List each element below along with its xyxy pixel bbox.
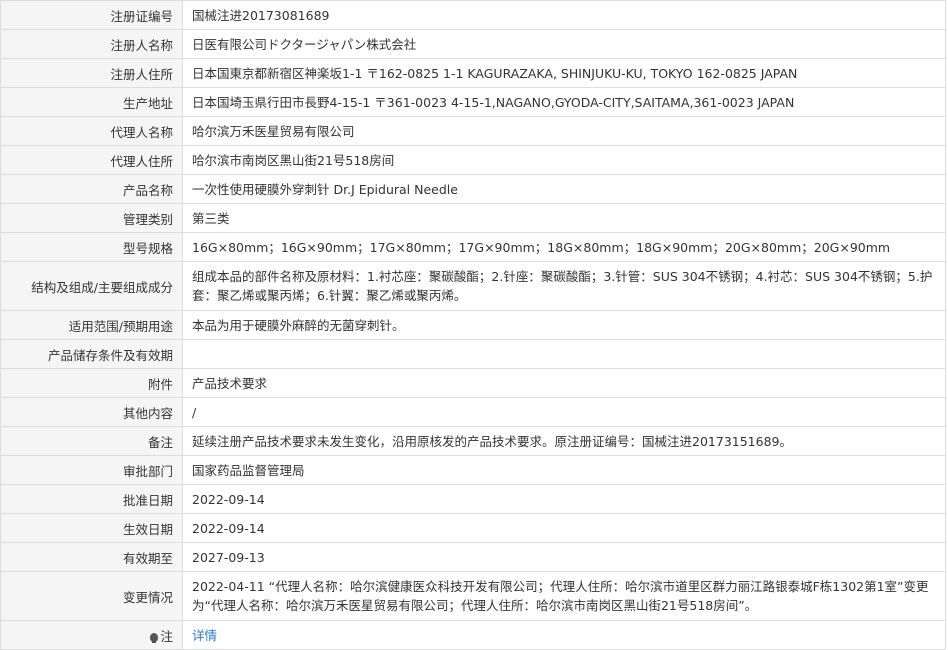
row-label: 生产地址 [0,87,183,117]
row-label: 注册证编号 [0,0,183,30]
note-label: 注 [160,628,173,644]
table-row: 注册人名称 日医有限公司ドクタージャパン株式会社 [0,29,946,59]
row-value: 2022-09-14 [182,513,946,543]
note-label-cell: 注 [0,620,183,650]
table-row: 注册证编号 国械注进20173081689 [0,0,946,30]
row-value: 延续注册产品技术要求未发生变化，沿用原核发的产品技术要求。原注册证编号：国械注进… [182,426,946,456]
row-label: 备注 [0,426,183,456]
row-value: 组成本品的部件名称及原材料：1.衬芯座：聚碳酸酯；2.针座：聚碳酸酯；3.针管：… [182,261,946,311]
row-label: 有效期至 [0,542,183,572]
row-value: 日医有限公司ドクタージャパン株式会社 [182,29,946,59]
row-label: 适用范围/预期用途 [0,310,183,340]
table-row: 产品名称 一次性使用硬膜外穿刺针 Dr.J Epidural Needle [0,174,946,204]
row-label: 代理人名称 [0,116,183,146]
row-value: 2022-04-11 “代理人名称：哈尔滨健康医众科技开发有限公司；代理人住所：… [182,571,946,621]
table-row: 其他内容 / [0,397,946,427]
row-value: 日本国東京都新宿区神楽坂1-1 〒162-0825 1-1 KAGURAZAKA… [182,58,946,88]
row-value: 第三类 [182,203,946,233]
table-row: 审批部门 国家药品监督管理局 [0,455,946,485]
row-label: 注册人住所 [0,58,183,88]
row-value: 日本国埼玉県行田市長野4-15-1 〒361-0023 4-15-1,NAGAN… [182,87,946,117]
table-row: 结构及组成/主要组成成分 组成本品的部件名称及原材料：1.衬芯座：聚碳酸酯；2.… [0,261,946,311]
row-label: 注册人名称 [0,29,183,59]
row-value: 国械注进20173081689 [182,0,946,30]
row-value: 哈尔滨万禾医星贸易有限公司 [182,116,946,146]
table-row: 生效日期 2022-09-14 [0,513,946,543]
row-value [182,339,946,369]
note-row: 注 详情 [0,620,946,650]
row-value: 一次性使用硬膜外穿刺针 Dr.J Epidural Needle [182,174,946,204]
row-value: 哈尔滨市南岗区黑山街21号518房间 [182,145,946,175]
table-row: 适用范围/预期用途 本品为用于硬膜外麻醉的无菌穿刺针。 [0,310,946,340]
table-row: 附件 产品技术要求 [0,368,946,398]
row-value: 16G×80mm；16G×90mm；17G×80mm；17G×90mm；18G×… [182,232,946,262]
table-row: 生产地址 日本国埼玉県行田市長野4-15-1 〒361-0023 4-15-1,… [0,87,946,117]
row-label: 产品储存条件及有效期 [0,339,183,369]
table-row: 代理人住所 哈尔滨市南岗区黑山街21号518房间 [0,145,946,175]
row-label: 批准日期 [0,484,183,514]
row-label: 生效日期 [0,513,183,543]
row-label: 变更情况 [0,571,183,621]
row-value: 2027-09-13 [182,542,946,572]
details-link[interactable]: 详情 [192,628,217,643]
row-value: 国家药品监督管理局 [182,455,946,485]
table-row: 注册人住所 日本国東京都新宿区神楽坂1-1 〒162-0825 1-1 KAGU… [0,58,946,88]
note-value-cell: 详情 [182,620,946,650]
table-row: 有效期至 2027-09-13 [0,542,946,572]
row-label: 附件 [0,368,183,398]
lightbulb-icon [150,632,159,643]
row-label: 审批部门 [0,455,183,485]
row-label: 代理人住所 [0,145,183,175]
table-row: 备注 延续注册产品技术要求未发生变化，沿用原核发的产品技术要求。原注册证编号：国… [0,426,946,456]
table-row: 变更情况 2022-04-11 “代理人名称：哈尔滨健康医众科技开发有限公司；代… [0,571,946,621]
table-row: 产品储存条件及有效期 [0,339,946,369]
table-row: 批准日期 2022-09-14 [0,484,946,514]
row-value: 本品为用于硬膜外麻醉的无菌穿刺针。 [182,310,946,340]
row-label: 型号规格 [0,232,183,262]
table-row: 代理人名称 哈尔滨万禾医星贸易有限公司 [0,116,946,146]
row-value: / [182,397,946,427]
row-value: 产品技术要求 [182,368,946,398]
row-label: 产品名称 [0,174,183,204]
row-label: 管理类别 [0,203,183,233]
table-row: 管理类别 第三类 [0,203,946,233]
row-value: 2022-09-14 [182,484,946,514]
row-label: 其他内容 [0,397,183,427]
table-row: 型号规格 16G×80mm；16G×90mm；17G×80mm；17G×90mm… [0,232,946,262]
registration-info-table: 注册证编号 国械注进20173081689 注册人名称 日医有限公司ドクタージャ… [0,0,946,650]
row-label: 结构及组成/主要组成成分 [0,261,183,311]
